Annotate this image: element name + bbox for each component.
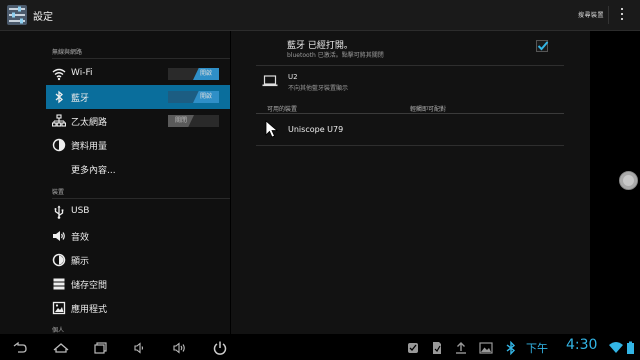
sidebar-item-display[interactable]: 顯示 (46, 248, 230, 272)
speaker-icon (53, 231, 65, 241)
settings-category-list: 無線與網路 Wi-Fi 開啟 藍牙 開啟 乙太網路 關閉 資料用量 更多內容..… (0, 31, 230, 337)
divider (256, 145, 564, 146)
power-icon[interactable] (212, 340, 228, 356)
section-header-wireless: 無線與網路 (52, 47, 230, 59)
mouse-cursor-icon (265, 120, 279, 138)
ethernet-toggle[interactable]: 關閉 (168, 115, 219, 127)
volume-up-icon[interactable] (172, 340, 188, 356)
file-icon[interactable] (429, 340, 445, 356)
bluetooth-icon (55, 90, 63, 104)
toggle-state: 開啟 (193, 68, 219, 80)
page-title: 設定 (33, 12, 53, 23)
sidebar-item-label: 音效 (71, 233, 90, 243)
clock-time: 4:30 (566, 337, 598, 353)
action-bar-divider (608, 6, 609, 24)
wifi-icon (52, 68, 66, 81)
sidebar-item-data-usage[interactable]: 資料用量 (46, 133, 230, 157)
wifi-toggle[interactable]: 開啟 (168, 68, 219, 80)
divider (256, 65, 564, 66)
divider (256, 113, 564, 114)
upload-icon[interactable] (453, 340, 469, 356)
home-icon[interactable] (53, 340, 69, 356)
sidebar-item-more[interactable]: 更多內容... (46, 157, 230, 181)
brightness-icon (52, 253, 66, 267)
toggle-state: 關閉 (168, 115, 194, 127)
laptop-icon (262, 75, 278, 87)
floating-nav-button[interactable] (619, 171, 638, 190)
wifi-status-icon (609, 342, 623, 353)
toggle-state: 開啟 (193, 91, 219, 103)
sidebar-item-label: 藍牙 (71, 94, 90, 104)
bluetooth-settings-panel: 藍牙 已經打開。 bluetooth 已激活。點擊可將其關閉 U2 不向其他藍牙… (231, 31, 590, 334)
image-icon[interactable] (478, 340, 494, 356)
sidebar-item-label: 顯示 (71, 257, 90, 267)
settings-app-icon[interactable] (6, 4, 28, 26)
notification-icon[interactable] (405, 340, 421, 356)
sidebar-item-label: 更多內容... (71, 166, 116, 176)
back-icon[interactable] (12, 340, 28, 356)
volume-down-icon[interactable] (132, 340, 148, 356)
sidebar-item-label: 乙太網路 (71, 118, 108, 128)
bluetooth-status-icon (506, 340, 516, 356)
available-devices-header: 可用的裝置 (267, 106, 298, 113)
recent-apps-icon[interactable] (93, 340, 109, 356)
sidebar-item-bluetooth[interactable]: 藍牙 開啟 (46, 85, 230, 109)
tap-to-pair-hint: 輕觸即可配對 (410, 106, 447, 113)
storage-icon (53, 278, 65, 290)
apps-icon (52, 301, 66, 315)
bluetooth-status-subtitle: bluetooth 已激活。點擊可將其關閉 (287, 52, 384, 59)
sidebar-item-apps[interactable]: 應用程式 (46, 296, 230, 320)
bluetooth-toggle[interactable]: 開啟 (168, 91, 219, 103)
battery-icon (627, 341, 634, 354)
clock-ampm: 下午 (526, 342, 548, 355)
sidebar-item-label: 資料用量 (71, 142, 108, 152)
sidebar-item-label: Wi-Fi (71, 68, 93, 78)
sidebar-item-ethernet[interactable]: 乙太網路 關閉 (46, 109, 230, 133)
sidebar-item-label: USB (71, 206, 90, 216)
section-header-device: 裝置 (52, 187, 230, 199)
data-usage-icon (52, 138, 66, 152)
sidebar-item-wifi[interactable]: Wi-Fi 開啟 (46, 62, 230, 86)
bluetooth-checkbox[interactable] (536, 40, 549, 52)
sidebar-item-sound[interactable]: 音效 (46, 224, 230, 248)
sidebar-item-label: 應用程式 (71, 305, 108, 315)
device-name: Uniscope U79 (288, 125, 344, 134)
sidebar-item-label: 儲存空間 (71, 281, 108, 291)
ethernet-icon (52, 114, 66, 127)
sidebar-item-usb[interactable]: USB (46, 200, 230, 224)
overflow-menu-icon[interactable] (620, 8, 624, 22)
action-bar: 設定 搜尋裝置 (0, 0, 640, 31)
checkmark-icon (537, 41, 549, 51)
usb-icon (54, 205, 64, 219)
this-device-visibility: 不向其他藍牙裝置顯示 (288, 85, 349, 92)
search-devices-button[interactable]: 搜尋裝置 (578, 10, 604, 19)
this-device-name[interactable]: U2 (288, 73, 298, 81)
available-device-item[interactable]: Uniscope U79 (256, 115, 564, 143)
sidebar-item-storage[interactable]: 儲存空間 (46, 272, 230, 296)
